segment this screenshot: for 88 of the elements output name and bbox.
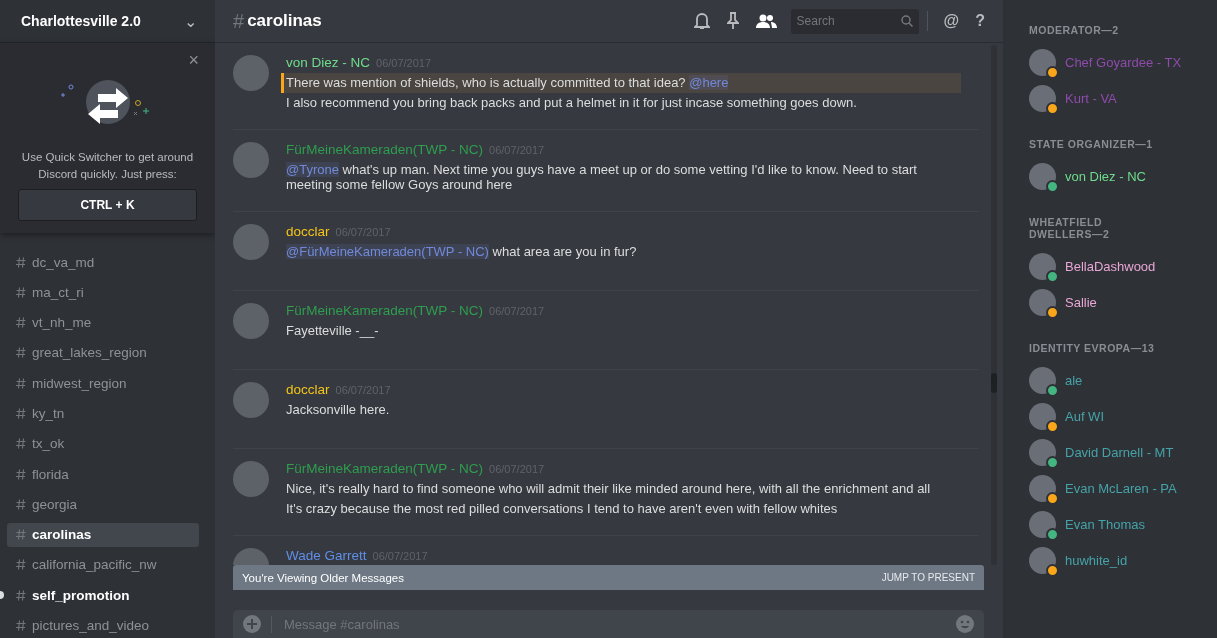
channel-item[interactable]: ma_ct_ri	[7, 280, 199, 305]
message-text: Jacksonville here.	[285, 401, 391, 419]
role-heading: IDENTITY EVROPA—13	[1029, 342, 1156, 354]
member-name[interactable]: David Darnell - MT	[1065, 444, 1174, 460]
channel-item[interactable]: dc_va_md	[7, 250, 199, 274]
hash-icon	[16, 256, 26, 268]
avatar[interactable]	[1029, 546, 1056, 574]
mention-link[interactable]: @FürMeineKameraden(TWP - NC)	[286, 244, 489, 259]
channel-title: carolinas	[247, 11, 322, 31]
hash-icon	[16, 529, 26, 541]
hash-icon	[16, 317, 26, 329]
channel-item[interactable]: self_promotion	[7, 583, 199, 608]
author-name[interactable]: docclar	[286, 224, 330, 239]
channel-item[interactable]: california_pacific_nw	[7, 552, 199, 577]
hash-icon	[16, 438, 26, 450]
server-name[interactable]: Charlottesville 2.0	[21, 13, 141, 29]
pin-icon[interactable]	[726, 12, 739, 30]
member-name[interactable]: Sallie	[1065, 294, 1097, 310]
hash-icon	[16, 347, 26, 359]
hash-icon	[16, 498, 26, 510]
mention-link[interactable]: @here	[689, 75, 729, 90]
avatar[interactable]	[1029, 288, 1056, 316]
bell-icon[interactable]	[693, 12, 710, 30]
message-text: There was mention of shields, who is actually committed to that idea? @here	[281, 73, 961, 93]
channel-item[interactable]: great_lakes_region	[7, 340, 199, 365]
author-name[interactable]: FürMeineKameraden(TWP - NC)	[286, 461, 484, 476]
scrollbar[interactable]	[989, 43, 999, 565]
quick-switcher-hint: Use Quick Switcher to get around Discord quickly. Just press:	[20, 150, 195, 182]
member-name[interactable]: ale	[1065, 372, 1083, 388]
hash-icon: #	[233, 9, 245, 33]
hash-icon	[16, 377, 26, 389]
avatar[interactable]	[1029, 84, 1056, 112]
help-icon[interactable]: ?	[975, 12, 985, 30]
author-name[interactable]: FürMeineKameraden(TWP - NC)	[286, 303, 484, 318]
avatar[interactable]	[1029, 366, 1056, 394]
unread-indicator	[0, 591, 4, 600]
member-name[interactable]: huwhite_id	[1065, 552, 1128, 568]
member-name[interactable]: Evan McLaren - PA	[1065, 480, 1177, 496]
hash-icon	[16, 408, 26, 419]
author-name[interactable]: Wade Garrett	[286, 548, 367, 563]
channel-item[interactable]: carolinas	[7, 522, 199, 547]
hash-icon	[16, 286, 26, 298]
avatar[interactable]	[1029, 510, 1056, 538]
role-heading: WHEATFIELD DWELLERS—2	[1029, 216, 1111, 240]
message-text: It's crazy because the most red pilled conversations I tend to have aren't even with fellow whites	[285, 500, 839, 518]
message-text: @Tyrone what's up man. Next time you guys have a meet up or do some vetting I'd like to know. Need to start meeting some fellow Goys around here	[285, 161, 918, 194]
avatar[interactable]	[1029, 438, 1056, 466]
channel-item[interactable]: ky_tn	[7, 401, 199, 426]
member-name[interactable]: Auf WI	[1065, 408, 1104, 424]
avatar[interactable]	[1029, 474, 1056, 502]
role-heading: STATE ORGANIZER—1	[1029, 138, 1154, 150]
member-name[interactable]: Kurt - VA	[1065, 90, 1117, 106]
member-name[interactable]: Evan Thomas	[1065, 516, 1145, 532]
channel-item[interactable]: pictures_and_video	[7, 613, 199, 638]
author-name[interactable]: von Diez - NC	[286, 55, 371, 70]
message-text: @FürMeineKameraden(TWP - NC) what area are you in fur?	[285, 243, 638, 261]
message-text: I also recommend you bring back packs and put a helmet in it for just incase something goes down.	[285, 94, 858, 112]
author-name[interactable]: FürMeineKameraden(TWP - NC)	[286, 142, 484, 157]
member-name[interactable]: Chef Goyardee - TX	[1065, 54, 1182, 70]
avatar[interactable]	[1029, 252, 1056, 280]
close-icon[interactable]: ×	[188, 51, 199, 69]
avatar[interactable]	[1029, 162, 1056, 190]
avatar[interactable]	[1029, 402, 1056, 430]
channel-item[interactable]: florida	[7, 462, 199, 487]
chevron-icon[interactable]: ⌄	[184, 11, 197, 31]
author-name[interactable]: docclar	[286, 382, 330, 397]
search-icon	[900, 15, 913, 27]
channel-item[interactable]: midwest_region	[7, 371, 199, 396]
channel-item[interactable]: georgia	[7, 492, 199, 517]
jump-to-present-button[interactable]: JUMP TO PRESENT	[881, 572, 975, 583]
message-text: Nice, it's really hard to find someone who will admit their like minded around here, with all the enrichment and all	[285, 480, 932, 498]
member-name[interactable]: von Diez - NC	[1065, 168, 1146, 184]
hash-icon	[16, 589, 26, 601]
role-heading: MODERATOR—2	[1029, 24, 1120, 36]
members-icon[interactable]	[755, 13, 777, 29]
avatar[interactable]	[1029, 48, 1056, 76]
shortcut-button[interactable]: CTRL + K	[18, 189, 197, 221]
hash-icon	[16, 468, 26, 480]
channel-item[interactable]: vt_nh_me	[7, 310, 199, 335]
mention-link[interactable]: @Tyrone	[286, 162, 339, 177]
mentions-icon[interactable]: @	[943, 12, 960, 30]
hash-icon	[16, 559, 26, 571]
channel-item[interactable]: tx_ok	[7, 431, 199, 456]
search-field[interactable]: Search	[790, 8, 919, 34]
older-messages-text: You're Viewing Older Messages	[242, 571, 404, 584]
hash-icon	[16, 620, 26, 632]
member-name[interactable]: BellaDashwood	[1065, 258, 1156, 274]
message-text: Fayetteville -__-	[285, 322, 380, 340]
